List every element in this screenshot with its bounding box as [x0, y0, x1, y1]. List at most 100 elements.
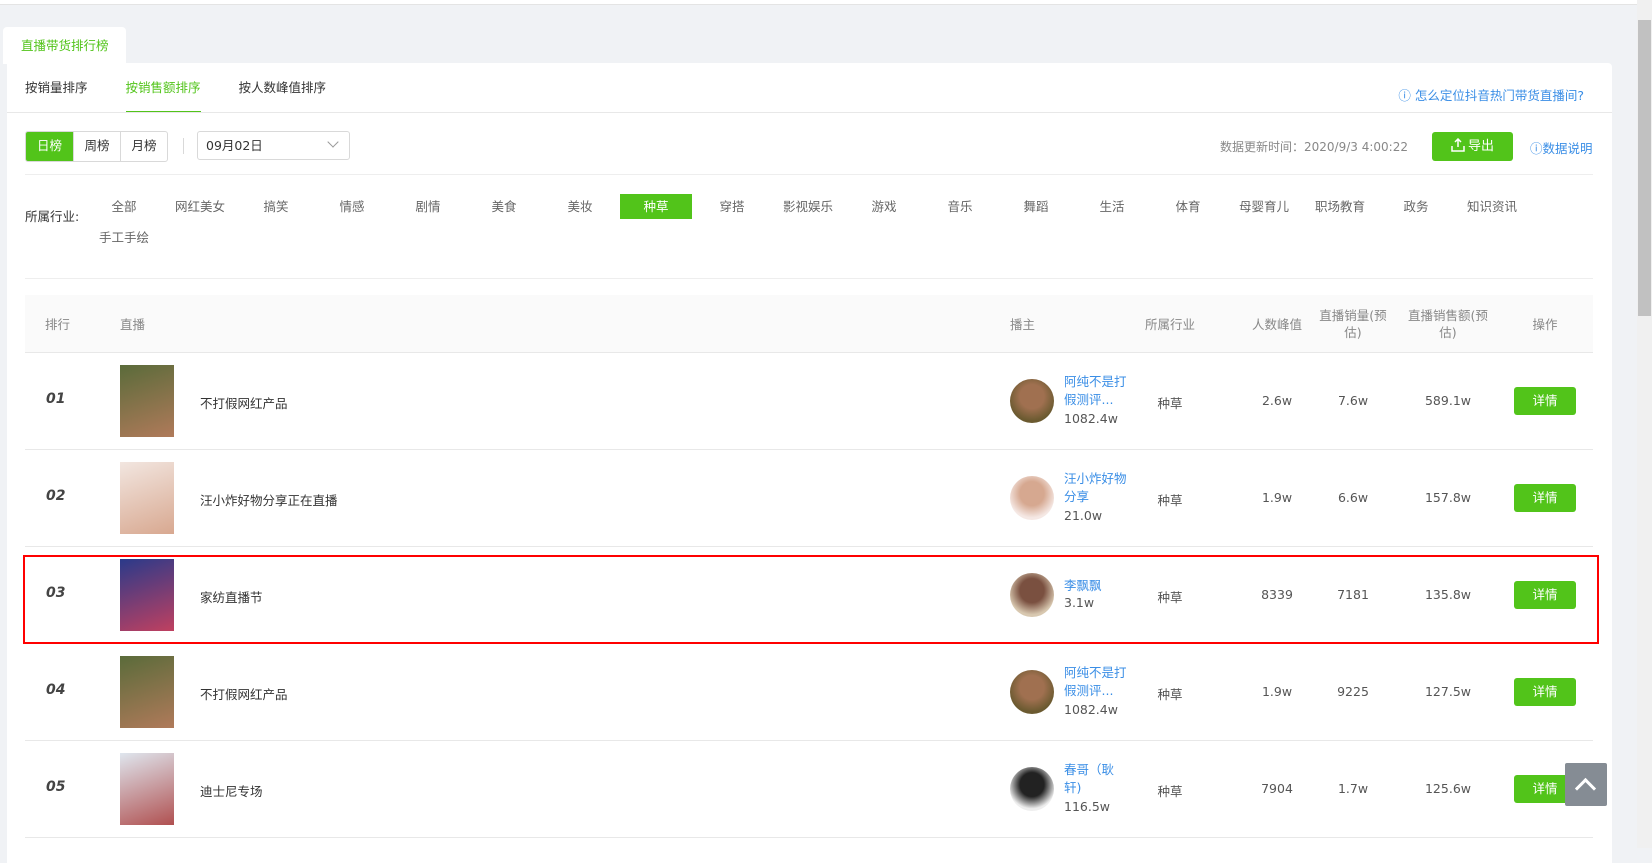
detail-button[interactable]: 详情: [1514, 387, 1576, 415]
anchor-name[interactable]: 李飘飘: [1064, 577, 1130, 595]
top-bar: [0, 0, 1652, 5]
col-volume: 直播销量(预估): [1319, 308, 1387, 340]
industry: 种草: [1157, 784, 1183, 799]
industry-option[interactable]: 全部: [86, 194, 162, 219]
industry-option[interactable]: 手工手绘: [86, 225, 162, 250]
avatar[interactable]: [1010, 573, 1054, 617]
upload-icon: [1451, 137, 1465, 152]
industry-option[interactable]: 情感: [314, 194, 390, 219]
chevron-down-icon: [327, 136, 339, 148]
live-thumbnail[interactable]: [120, 656, 174, 728]
sales-amount: 127.5w: [1424, 684, 1471, 699]
live-title[interactable]: 不打假网红产品: [200, 393, 288, 412]
live-thumbnail[interactable]: [120, 559, 174, 631]
anchor-name[interactable]: 汪小炸好物分享: [1064, 470, 1130, 506]
industry-option[interactable]: 政务: [1378, 194, 1454, 219]
sales-volume: 7.6w: [1337, 393, 1369, 408]
live-title[interactable]: 汪小炸好物分享正在直播: [200, 490, 338, 509]
chevron-up-icon: [1574, 777, 1597, 800]
divider: [25, 278, 1593, 279]
live-thumbnail[interactable]: [120, 365, 174, 437]
industry: 种草: [1157, 590, 1183, 605]
peak-viewers: 2.6w: [1261, 393, 1293, 408]
avatar[interactable]: [1010, 670, 1054, 714]
industry-option[interactable]: 知识资讯: [1454, 194, 1530, 219]
scrollbar[interactable]: [1637, 0, 1652, 848]
rank: 05: [46, 779, 66, 795]
industry-option[interactable]: 搞笑: [238, 194, 314, 219]
table-row: 05 迪士尼专场 春哥（耿轩) 116.5w 种草 7904 1.7w 125.…: [25, 741, 1593, 838]
live-title[interactable]: 家纺直播节: [200, 587, 263, 606]
industry-option[interactable]: 生活: [1074, 194, 1150, 219]
industry-option[interactable]: 穿搭: [694, 194, 770, 219]
peak-viewers: 1.9w: [1261, 684, 1293, 699]
live-thumbnail[interactable]: [120, 753, 174, 825]
back-to-top-button[interactable]: [1565, 763, 1607, 806]
scrollbar-thumb[interactable]: [1638, 20, 1651, 316]
period-monthly[interactable]: 月榜: [120, 132, 167, 161]
col-live: 直播: [120, 316, 146, 332]
export-label: 导出: [1467, 139, 1494, 154]
tab-sort-sales[interactable]: 按销售额排序: [125, 77, 201, 113]
rank: 01: [46, 391, 66, 407]
industry-filter: 全部 网红美女 搞笑 情感 剧情 美食 美妆 种草 穿搭 影视娱乐 游戏 音乐 舞蹈 生活 体育 母婴育儿 职场…: [86, 194, 1536, 256]
industry-option[interactable]: 职场教育: [1302, 194, 1378, 219]
divider: [25, 174, 1593, 175]
export-button[interactable]: 导出: [1432, 132, 1513, 161]
industry-option[interactable]: 剧情: [390, 194, 466, 219]
table-row: 04 不打假网红产品 阿纯不是打假测评... 1082.4w 种草 1.9w 9…: [25, 644, 1593, 741]
anchor-fans: 116.5w: [1064, 799, 1111, 814]
table-header: 排行 直播 播主 所属行业 人数峰值 直播销量(预估) 直播销售额(预估) 操作: [25, 295, 1593, 353]
anchor-fans: 1082.4w: [1064, 411, 1118, 426]
sales-volume: 1.7w: [1337, 781, 1369, 796]
table-row: 01 不打假网红产品 阿纯不是打假测评... 1082.4w 种草 2.6w 7…: [25, 353, 1593, 450]
live-title[interactable]: 迪士尼专场: [200, 781, 263, 800]
anchor-name[interactable]: 春哥（耿轩): [1064, 761, 1130, 797]
period-weekly[interactable]: 周榜: [73, 132, 120, 161]
date-select[interactable]: 09月02日: [197, 131, 350, 160]
industry: 种草: [1157, 493, 1183, 508]
ranking-table: 排行 直播 播主 所属行业 人数峰值 直播销量(预估) 直播销售额(预估) 操作…: [25, 295, 1593, 838]
sales-amount: 125.6w: [1424, 781, 1471, 796]
col-action: 操作: [1532, 316, 1558, 332]
detail-button[interactable]: 详情: [1514, 484, 1576, 512]
data-explain-link[interactable]: ⓘ数据说明: [1530, 138, 1593, 157]
industry-option[interactable]: 舞蹈: [998, 194, 1074, 219]
industry-label: 所属行业:: [25, 209, 80, 224]
live-thumbnail[interactable]: [120, 462, 174, 534]
industry: 种草: [1157, 396, 1183, 411]
industry-option[interactable]: 影视娱乐: [770, 194, 846, 219]
update-time: 数据更新时间：2020/9/3 4:00:22: [1220, 140, 1408, 154]
table-row: 02 汪小炸好物分享正在直播 汪小炸好物分享 21.0w 种草 1.9w 6.6…: [25, 450, 1593, 547]
industry-option[interactable]: 美食: [466, 194, 542, 219]
industry-option[interactable]: 音乐: [922, 194, 998, 219]
table-row: 03 家纺直播节 李飘飘 3.1w 种草 8339 7181 135.8w 详情: [25, 547, 1593, 644]
anchor-name[interactable]: 阿纯不是打假测评...: [1064, 373, 1130, 409]
detail-button[interactable]: 详情: [1514, 678, 1576, 706]
help-link[interactable]: ⓘ 怎么定位抖音热门带货直播间?: [1398, 85, 1584, 104]
tab-sort-volume[interactable]: 按销量排序: [25, 77, 88, 113]
industry-option[interactable]: 母婴育儿: [1226, 194, 1302, 219]
industry-option[interactable]: 体育: [1150, 194, 1226, 219]
industry-option[interactable]: 美妆: [542, 194, 618, 219]
period-daily[interactable]: 日榜: [26, 132, 73, 161]
avatar[interactable]: [1010, 476, 1054, 520]
avatar[interactable]: [1010, 379, 1054, 423]
peak-viewers: 1.9w: [1261, 490, 1293, 505]
anchor-fans: 3.1w: [1064, 595, 1095, 610]
industry-option[interactable]: 网红美女: [162, 194, 238, 219]
rank: 02: [46, 488, 66, 504]
industry-option[interactable]: 游戏: [846, 194, 922, 219]
industry-option[interactable]: 种草: [620, 194, 692, 219]
anchor-name[interactable]: 阿纯不是打假测评...: [1064, 664, 1130, 700]
avatar[interactable]: [1010, 767, 1054, 811]
col-rank: 排行: [45, 316, 71, 332]
peak-viewers: 7904: [1261, 781, 1293, 796]
industry: 种草: [1157, 687, 1183, 702]
tab-sort-peak[interactable]: 按人数峰值排序: [239, 77, 327, 113]
tab-live-ranking[interactable]: 直播带货排行榜: [3, 27, 126, 64]
sales-amount: 157.8w: [1424, 490, 1471, 505]
detail-button[interactable]: 详情: [1514, 581, 1576, 609]
live-title[interactable]: 不打假网红产品: [200, 684, 288, 703]
divider: [7, 112, 1612, 113]
